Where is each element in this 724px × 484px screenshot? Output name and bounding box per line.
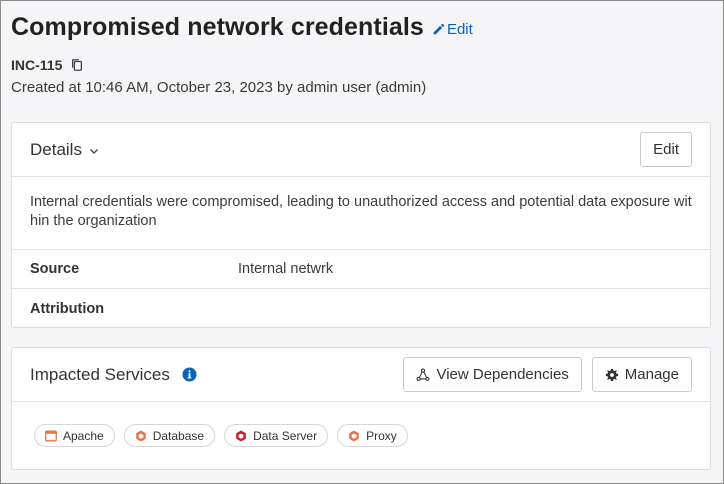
field-row-source: Source Internal netwrk [12, 250, 710, 289]
service-chip-label: Data Server [253, 428, 318, 443]
chevron-down-icon [89, 148, 98, 154]
details-description: Internal credentials were compromised, l… [12, 177, 710, 250]
dependencies-icon [416, 368, 430, 381]
hexagon-icon [349, 430, 359, 441]
hexagon-icon [236, 430, 246, 441]
field-value: Internal netwrk [238, 261, 334, 277]
view-dependencies-button[interactable]: View Dependencies [403, 357, 582, 392]
services-title: Impacted Services [30, 364, 170, 384]
info-icon[interactable] [182, 367, 197, 382]
details-card: Details Edit Internal credentials were c… [11, 122, 711, 328]
field-key: Attribution [30, 300, 105, 317]
service-chip-proxy[interactable]: Proxy [337, 424, 408, 447]
details-card-header: Details Edit [12, 123, 710, 177]
details-title: Details [30, 139, 82, 159]
services-card-header: Impacted Services View Dependencies Mana… [12, 348, 710, 402]
service-chip-database[interactable]: Database [123, 424, 216, 447]
edit-title-link[interactable]: Edit [432, 21, 473, 38]
service-chip-label: Database [152, 428, 205, 443]
service-chip-data-server[interactable]: Data Server [224, 424, 329, 447]
impacted-services-card: Impacted Services View Dependencies Mana… [11, 347, 711, 470]
gear-icon [605, 368, 618, 381]
details-edit-button[interactable]: Edit [640, 132, 692, 167]
details-toggle[interactable]: Details [30, 140, 100, 160]
service-chip-apache[interactable]: Apache [34, 424, 115, 447]
created-info: Created at 10:46 AM, October 23, 2023 by… [11, 79, 427, 96]
hexagon-icon [135, 430, 146, 441]
incident-header: Compromised network credentials Edit INC… [11, 11, 711, 97]
service-chips: Apache Database Data Server Proxy [12, 402, 710, 447]
field-key: Source [30, 261, 80, 277]
title-row: Compromised network credentials Edit [11, 11, 711, 43]
services-title-wrap: Impacted Services [30, 365, 197, 385]
incident-id: INC-115 [11, 57, 63, 73]
services-actions: View Dependencies Manage [403, 357, 692, 392]
manage-label: Manage [624, 366, 679, 383]
pencil-icon [433, 23, 445, 34]
browser-window-icon [45, 430, 57, 441]
service-chip-label: Proxy [366, 428, 397, 443]
edit-title-label: Edit [446, 20, 473, 38]
manage-button[interactable]: Manage [591, 357, 692, 392]
copy-icon[interactable] [70, 58, 84, 72]
page-title: Compromised network credentials [11, 12, 424, 41]
field-row-attribution: Attribution [12, 289, 710, 328]
view-dependencies-label: View Dependencies [436, 366, 569, 383]
service-chip-label: Apache [63, 428, 104, 443]
incident-id-row: INC-115 [11, 57, 711, 73]
